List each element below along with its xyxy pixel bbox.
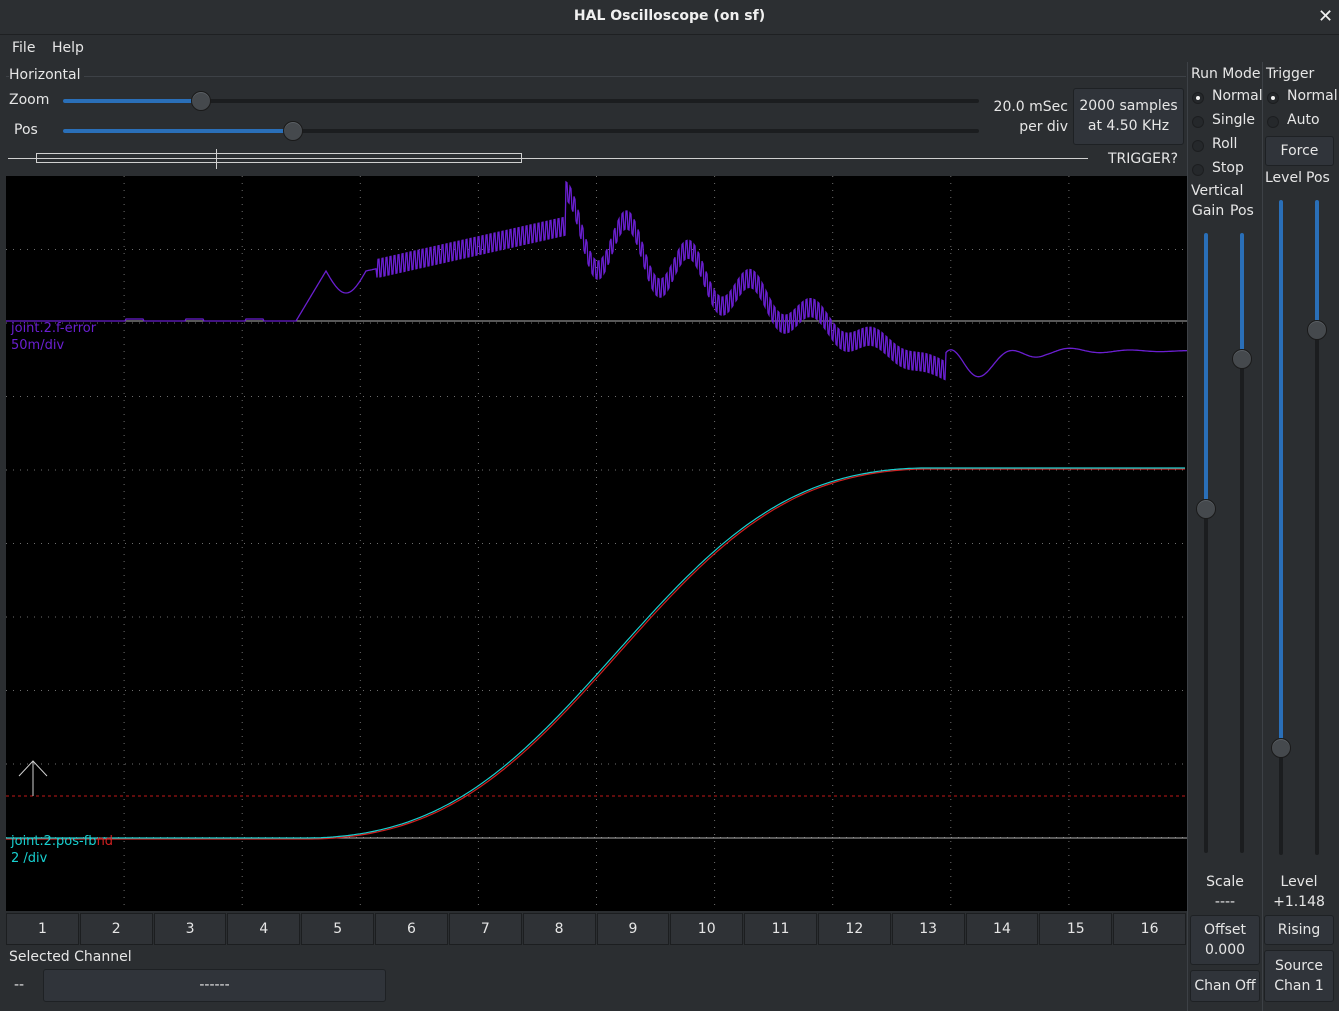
trigger-mode-radio-auto[interactable] [1267, 116, 1279, 128]
trigger-pos-slider-label: Pos [1306, 170, 1330, 186]
channel-button-5[interactable]: 5 [301, 913, 375, 945]
trigger-pos-slider-fill [1315, 200, 1319, 330]
channel-button-16[interactable]: 16 [1113, 913, 1186, 945]
offset-button[interactable]: Offset 0.000 [1190, 915, 1260, 965]
scope-waveform-canvas [6, 176, 1187, 911]
gain-slider-handle[interactable] [1196, 499, 1216, 519]
level-value: +1.148 [1273, 894, 1325, 910]
channel-button-14[interactable]: 14 [965, 913, 1039, 945]
zoom-label: Zoom [9, 92, 50, 108]
vertical-pos-label: Pos [1230, 203, 1254, 219]
channel-button-9[interactable]: 9 [596, 913, 670, 945]
trace-name-overlap: nd [96, 834, 114, 849]
channel-button-15[interactable]: 15 [1039, 913, 1113, 945]
run-mode-option-single[interactable]: Single [1212, 112, 1255, 128]
channel-button-12[interactable]: 12 [817, 913, 891, 945]
trace-label-pos-fb: joint.2.pos-fbnd 2 /div [11, 834, 113, 866]
selected-channel-id: -- [14, 977, 25, 993]
trigger-edge-button[interactable]: Rising [1264, 915, 1334, 945]
offset-value: 0.000 [1204, 942, 1246, 958]
vertical-gain-label: Gain [1192, 203, 1225, 219]
channel-button-11[interactable]: 11 [744, 913, 817, 945]
window-title: HAL Oscilloscope (on sf) [573, 8, 766, 24]
channel-button-2[interactable]: 2 [79, 913, 153, 945]
pos-slider-handle[interactable] [283, 121, 303, 141]
source-caption: Source [1274, 958, 1324, 974]
selected-channel-label: Selected Channel [9, 949, 132, 965]
run-mode-radio-roll[interactable] [1192, 140, 1204, 152]
channel-button-10[interactable]: 10 [670, 913, 744, 945]
trace-name-f-error: joint.2.f-error [11, 321, 97, 336]
trigger-level-slider-fill [1279, 200, 1283, 748]
scope-display[interactable]: joint.2.f-error 50m/div joint.2.pos-fbnd… [6, 176, 1187, 911]
selected-channel-name-button[interactable]: ------ [43, 969, 386, 1002]
trace-scale-pos-fb: 2 /div [11, 851, 48, 866]
run-mode-option-roll[interactable]: Roll [1212, 136, 1237, 152]
zoom-slider-fill [63, 99, 201, 103]
channel-button-4[interactable]: 4 [227, 913, 301, 945]
chan-off-button[interactable]: Chan Off [1190, 970, 1260, 1002]
trigger-panel-divider [1262, 62, 1263, 1011]
time-per-div-value: 20.0 mSec [993, 99, 1068, 115]
vertical-label: Vertical [1191, 183, 1244, 199]
record-window[interactable] [36, 153, 522, 163]
trigger-mode-option-normal[interactable]: Normal [1287, 88, 1338, 104]
close-icon[interactable]: ✕ [1318, 6, 1333, 27]
level-caption: Level [1280, 874, 1318, 890]
horizontal-group-label: Horizontal [9, 67, 85, 83]
horizontal-frame-line [6, 76, 1186, 77]
trigger-mode-radio-normal[interactable] [1267, 92, 1279, 104]
channel-button-7[interactable]: 7 [448, 913, 522, 945]
scale-caption: Scale [1206, 874, 1244, 890]
pos-fb-trace [6, 467, 1185, 839]
trigger-pos-slider-handle[interactable] [1307, 320, 1327, 340]
trace-label-f-error: joint.2.f-error 50m/div [11, 321, 96, 353]
channel-button-13[interactable]: 13 [891, 913, 965, 945]
pos-label: Pos [14, 122, 38, 138]
offset-caption: Offset [1203, 922, 1247, 938]
channel-button-1[interactable]: 1 [6, 913, 79, 945]
trigger-label: Trigger [1266, 66, 1315, 82]
force-trigger-button[interactable]: Force [1265, 136, 1334, 166]
channel-button-3[interactable]: 3 [153, 913, 227, 945]
time-per-div: 20.0 mSec per div [990, 97, 1068, 137]
source-channel: Chan 1 [1274, 978, 1324, 994]
right-panel-divider [1187, 62, 1188, 1011]
trace-scale-f-error: 50m/div [11, 338, 65, 353]
channel-button-6[interactable]: 6 [375, 913, 448, 945]
pos-cmd-trace [6, 468, 1185, 840]
time-per-div-unit: per div [1019, 119, 1068, 135]
trigger-status: TRIGGER? [1108, 151, 1179, 167]
vpos-slider-fill [1240, 233, 1244, 358]
trigger-source-button[interactable]: Source Chan 1 [1264, 950, 1334, 1002]
vpos-slider-handle[interactable] [1232, 349, 1252, 369]
sample-rate: at 4.50 KHz [1087, 118, 1170, 134]
pos-slider-fill [63, 129, 292, 133]
run-mode-radio-single[interactable] [1192, 116, 1204, 128]
sample-rate-button[interactable]: 2000 samples at 4.50 KHz [1073, 88, 1184, 145]
trace-name-pos-fb: joint.2.pos-fb [11, 834, 97, 849]
trigger-level-slider-handle[interactable] [1271, 738, 1291, 758]
trigger-level-readout: Level +1.148 [1264, 872, 1334, 912]
run-mode-option-stop[interactable]: Stop [1212, 160, 1244, 176]
trigger-mode-option-auto[interactable]: Auto [1287, 112, 1320, 128]
run-mode-radio-normal[interactable] [1192, 92, 1204, 104]
scale-value: ---- [1214, 894, 1236, 910]
trigger-level-slider-label: Level [1265, 170, 1302, 186]
menu-bar [0, 34, 1339, 62]
samples-count: 2000 samples [1079, 98, 1178, 114]
run-mode-option-normal[interactable]: Normal [1212, 88, 1263, 104]
vertical-scale-readout: Scale ---- [1190, 872, 1260, 912]
run-mode-label: Run Mode [1191, 66, 1261, 82]
channel-button-8[interactable]: 8 [522, 913, 596, 945]
zoom-slider-handle[interactable] [191, 91, 212, 111]
gain-slider-fill [1204, 233, 1208, 509]
trigger-position-marker [216, 149, 217, 169]
run-mode-radio-stop[interactable] [1192, 164, 1204, 176]
menu-file[interactable]: File [12, 40, 35, 56]
menu-help[interactable]: Help [52, 40, 84, 56]
